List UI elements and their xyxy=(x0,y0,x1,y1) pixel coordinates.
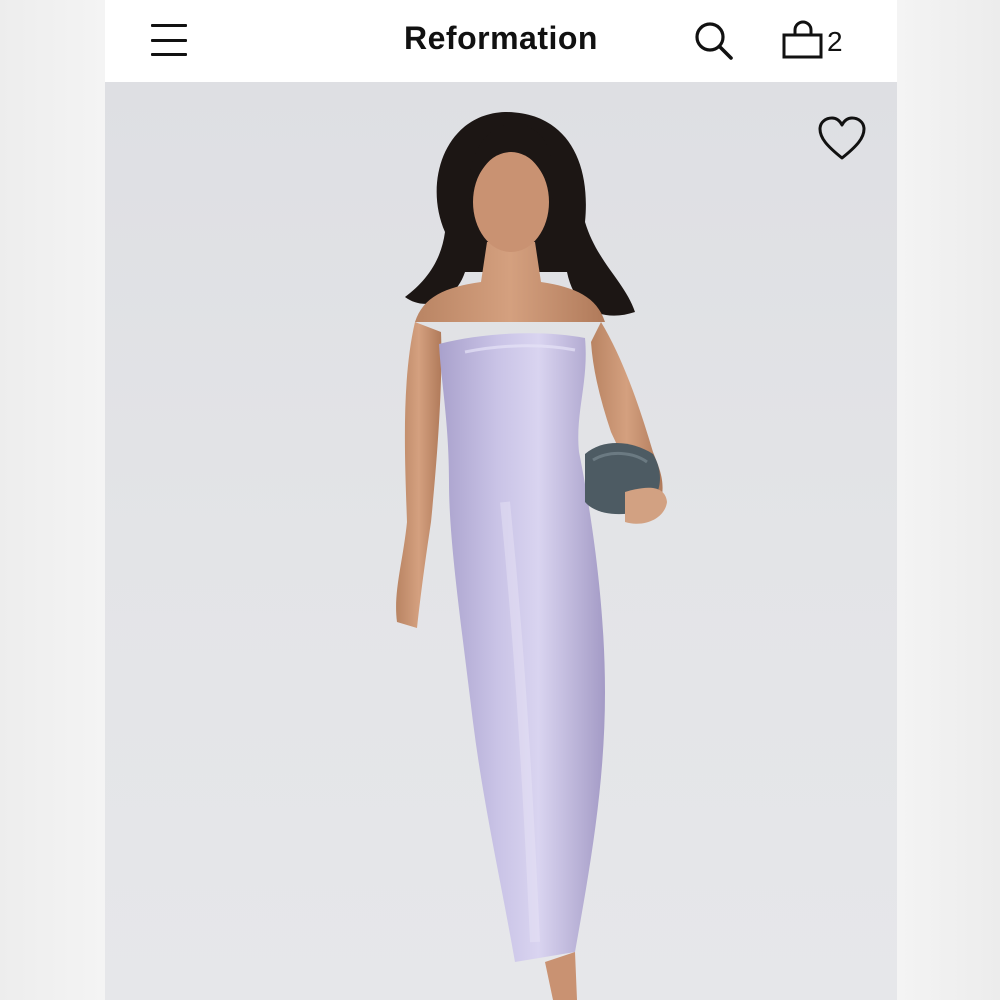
heart-icon[interactable] xyxy=(817,116,867,162)
mobile-page: Reformation 2 xyxy=(105,0,897,1000)
model-in-lavender-dress-image xyxy=(396,112,667,1000)
screenshot-margin-right xyxy=(897,0,1000,1000)
top-navigation-bar: Reformation 2 xyxy=(105,0,897,82)
bag-item-count: 2 xyxy=(827,26,843,57)
search-icon[interactable] xyxy=(693,20,735,62)
shopping-bag-icon xyxy=(782,20,823,59)
product-image[interactable] xyxy=(105,82,897,1000)
brand-logo[interactable]: Reformation xyxy=(105,20,897,57)
screenshot-margin-left xyxy=(0,0,105,1000)
shopping-bag-button[interactable]: 2 xyxy=(781,18,851,62)
